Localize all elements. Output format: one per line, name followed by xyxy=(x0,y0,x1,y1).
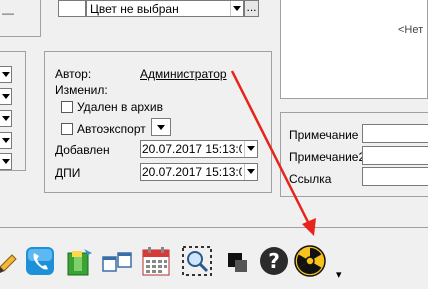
left-select-1[interactable] xyxy=(0,66,12,83)
added-datetime-field[interactable]: 20.07.2017 15:13:00 xyxy=(140,140,258,158)
chevron-down-icon[interactable] xyxy=(230,1,243,16)
dpi-datetime-value: 20.07.2017 15:13:00 xyxy=(142,165,242,179)
color-select-value: Цвет не выбран xyxy=(90,2,179,16)
help-icon[interactable]: ? xyxy=(258,245,290,277)
dpi-datetime-field[interactable]: 20.07.2017 15:13:00 xyxy=(140,163,258,181)
top-left-fragment: — xyxy=(2,6,14,20)
toolbar-overflow-icon[interactable]: ▾ xyxy=(336,268,342,281)
radiation-icon[interactable] xyxy=(294,245,326,277)
note2-label: Примечание2 xyxy=(289,150,366,164)
changed-label: Изменил: xyxy=(55,83,108,97)
archived-label: Удален в архив xyxy=(77,100,163,114)
added-label: Добавлен xyxy=(55,143,110,157)
link-label: Ссылка xyxy=(289,172,332,186)
link-field[interactable] xyxy=(362,167,428,186)
pencil-icon[interactable] xyxy=(0,245,18,277)
autoexport-checkbox[interactable] xyxy=(61,123,73,135)
autoexport-dropdown-button[interactable] xyxy=(151,118,171,136)
left-select-4[interactable] xyxy=(0,132,12,149)
windows-icon[interactable] xyxy=(101,245,133,277)
phone-icon[interactable] xyxy=(24,245,56,277)
book-icon[interactable] xyxy=(64,245,96,277)
author-label: Автор: xyxy=(55,67,92,81)
dpi-label: ДПИ xyxy=(55,166,81,180)
note-label: Примечание xyxy=(289,128,359,142)
calendar-icon[interactable] xyxy=(140,245,172,277)
squares-icon[interactable] xyxy=(222,245,254,277)
note2-field[interactable] xyxy=(362,146,428,165)
left-select-5[interactable] xyxy=(0,153,12,170)
archived-checkbox[interactable] xyxy=(61,101,73,113)
preview-none-text: <Нет xyxy=(398,24,424,36)
added-datetime-value: 20.07.2017 15:13:00 xyxy=(142,142,242,156)
svg-text:?: ? xyxy=(268,249,280,273)
chevron-down-icon xyxy=(157,125,165,130)
left-select-2[interactable] xyxy=(0,88,12,105)
zoom-icon[interactable] xyxy=(181,245,213,277)
left-select-3[interactable] xyxy=(0,110,12,127)
color-more-label: ... xyxy=(246,0,257,14)
preview-panel xyxy=(280,0,428,99)
color-select[interactable]: Цвет не выбран xyxy=(86,0,244,17)
author-value-link[interactable]: Администратор xyxy=(140,67,227,81)
toolbar-separator xyxy=(0,227,428,228)
color-swatch[interactable] xyxy=(58,0,86,17)
note-field[interactable] xyxy=(362,124,428,143)
chevron-down-icon[interactable] xyxy=(244,164,257,180)
chevron-down-icon[interactable] xyxy=(244,141,257,157)
color-more-button[interactable]: ... xyxy=(244,0,259,17)
autoexport-label: Автоэкспорт xyxy=(77,122,146,136)
